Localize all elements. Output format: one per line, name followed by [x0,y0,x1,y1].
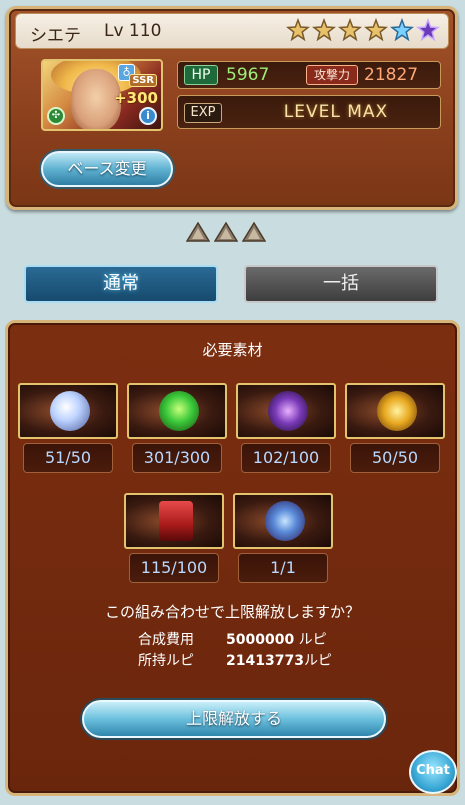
rupi-label: 所持ルピ [138,653,194,669]
cost-value: 5000000 [226,632,295,648]
star-filled-icon [312,17,336,42]
character-panel: シエテ Lv 110 ♁ SSR +300 ✣ i HP 5967 攻撃力 21… [6,6,458,210]
confirm-question: この組み合わせで上限解放しますか？ [104,603,360,621]
material-item[interactable]: 51/50 [18,383,120,481]
star-filled-icon [338,17,362,42]
star-filled-icon [286,17,310,42]
character-name: シエテ [30,26,81,46]
exp-label: EXP [184,103,222,123]
attack-value: 21827 [364,65,419,85]
materials-panel: 必要素材 51/50 301/300 102/100 50/50 115/100 [5,320,460,796]
cost-row: 合成費用 5000000 ルピ [138,629,327,649]
material-count: 51/50 [23,443,113,473]
exp-row: EXP LEVEL MAX [177,95,441,129]
character-portrait[interactable]: ♁ SSR +300 ✣ i [41,59,163,131]
wind-element-icon: ✣ [47,107,65,125]
material-image [127,383,227,439]
character-level: Lv 110 [104,21,162,41]
material-count: 115/100 [129,553,219,583]
material-item[interactable]: 102/100 [236,383,338,481]
star-blue-icon [390,17,414,42]
triangle-icon [186,222,210,242]
info-icon[interactable]: i [139,107,157,125]
material-image [18,383,118,439]
hp-label: HP [184,65,218,85]
chat-button[interactable]: Chat [409,750,457,794]
attack-label: 攻撃力 [306,65,358,85]
material-count: 301/300 [132,443,222,473]
rarity-badge: SSR [129,74,157,87]
uncap-stars [286,17,440,43]
materials-title: 必要素材 [202,341,263,359]
level-max-text: LEVEL MAX [283,102,389,122]
triangle-icon [242,222,266,242]
stat-row: HP 5967 攻撃力 21827 [177,61,441,89]
material-item[interactable]: 115/100 [124,493,226,591]
uncap-button[interactable]: 上限解放する [82,700,386,738]
base-change-button[interactable]: ベース変更 [41,151,173,187]
rupi-value: 21413773 [226,653,304,669]
character-header: シエテ Lv 110 [15,13,449,49]
material-count: 102/100 [241,443,331,473]
cost-label: 合成費用 [138,632,194,648]
star-filled-icon [364,17,388,42]
material-image [236,383,336,439]
material-count: 50/50 [350,443,440,473]
hp-value: 5967 [226,65,270,85]
material-item[interactable]: 301/300 [127,383,229,481]
material-image [345,383,445,439]
tab-normal[interactable]: 通常 [24,265,218,303]
cost-unit: ルピ [298,632,327,648]
material-image [233,493,333,549]
plus-bonus: +300 [114,89,158,107]
rupi-row: 所持ルピ 21413773ルピ [138,650,332,670]
material-item[interactable]: 1/1 [233,493,335,591]
material-image [124,493,224,549]
material-count: 1/1 [238,553,328,583]
triangle-icon [214,222,238,242]
uncap-triangles [186,222,266,242]
material-item[interactable]: 50/50 [345,383,447,481]
star-purple-icon [416,17,440,42]
rupi-unit: ルピ [303,653,332,669]
tab-bulk[interactable]: 一括 [244,265,438,303]
